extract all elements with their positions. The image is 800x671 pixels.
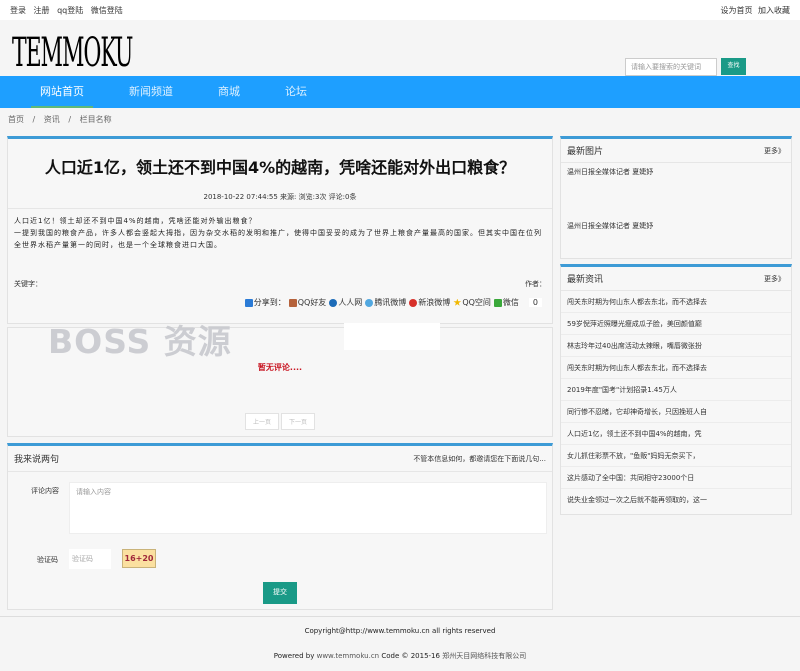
latest-news-header: 最新资讯 更多》 — [561, 267, 791, 291]
share-wechat[interactable]: 微信 — [493, 297, 519, 308]
news-item[interactable]: 同行惨不忍睹，它却神奇增长，只因挽班人自 — [561, 401, 791, 423]
tencent-weibo-icon — [365, 298, 374, 307]
captcha-label: 验证码 — [37, 556, 58, 564]
wechat-login-link[interactable]: 微信登陆 — [91, 6, 123, 15]
sina-weibo-icon — [409, 298, 418, 307]
footer-powered-prefix: Powered by — [273, 652, 315, 660]
latest-pictures-title: 最新图片 — [567, 147, 604, 157]
comment-form-panel: 我来说两句 不管本信息如何，都邀请您在下面说几句... 评论内容 请输入内容 验… — [7, 443, 553, 610]
captcha-image[interactable]: 16+20 — [122, 549, 156, 568]
article-paragraph: 一提到我国的粮食产品，许多人都会竖起大拇指，因为杂交水稻的发明和推广，使得中国妥… — [14, 229, 542, 249]
top-bar-left: 登录 注册 qq登陆 微信登陆 — [10, 5, 128, 16]
latest-pictures-header: 最新图片 更多》 — [561, 139, 791, 163]
top-bar: 登录 注册 qq登陆 微信登陆 设为首页 加入收藏 — [0, 0, 800, 20]
blank-area — [344, 323, 440, 350]
share-bar: 分享到： QQ好友 人人网 腾讯微博 新浪微博 QQ空间 微信 0 — [8, 297, 552, 308]
keywords-row: 关键字： 作者： — [8, 279, 552, 289]
author-label: 作者： — [525, 280, 546, 288]
footer-code: Code © 2015-16 — [381, 652, 440, 660]
article-meta: 2018-10-22 07:44:55 来源: 浏览:3次 评论:0条 — [8, 192, 552, 209]
login-link[interactable]: 登录 — [10, 6, 26, 15]
top-bar-right: 设为首页 加入收藏 — [717, 5, 790, 16]
search-button[interactable]: 查找 — [721, 58, 746, 75]
share-renren[interactable]: 人人网 — [329, 297, 362, 308]
captcha-input[interactable]: 验证码 — [69, 549, 111, 569]
breadcrumb: 首页 / 资讯 / 栏目名称 — [0, 108, 800, 132]
qq-icon — [288, 298, 297, 307]
comment-form-header: 我来说两句 不管本信息如何，都邀请您在下面说几句... — [8, 446, 552, 472]
add-favorite-link[interactable]: 加入收藏 — [758, 6, 790, 15]
no-comment-text: 暂无评论.... — [257, 363, 303, 372]
latest-news-panel: 最新资讯 更多》 闯关东时期为何山东人都去东北，而不选择去 59岁倪萍近照曝光瘦… — [560, 264, 792, 515]
share-count: 0 — [528, 298, 542, 307]
pager: 上一页 下一页 — [8, 413, 552, 430]
footer: Copyright@http://www.temmoku.cn all righ… — [0, 616, 800, 671]
nav-item-mall[interactable]: 商城 — [206, 76, 252, 108]
picture-item[interactable]: 温州日报全媒体记者 夏婕妤 — [561, 217, 661, 231]
share-sina-weibo[interactable]: 新浪微博 — [409, 297, 450, 308]
article-paragraph: 人口近1亿！领土却还不到中国4%的越南，凭啥还能对外输出粮食？ — [14, 217, 257, 225]
renren-icon — [329, 298, 338, 307]
latest-pictures-more-link[interactable]: 更多》 — [764, 146, 785, 156]
share-qzone[interactable]: QQ空间 — [453, 297, 491, 308]
news-item[interactable]: 人口近1亿，领土还不到中国4%的越南，凭 — [561, 423, 791, 445]
share-tencent-weibo[interactable]: 腾讯微博 — [365, 297, 406, 308]
set-homepage-link[interactable]: 设为首页 — [720, 6, 752, 15]
news-item[interactable]: 59岁倪萍近照曝光瘦成瓜子脸，美回颜值巅 — [561, 313, 791, 335]
news-item[interactable]: 说失业金领过一次之后就不能再领取的，这一 — [561, 489, 791, 511]
breadcrumb-category[interactable]: 栏目名称 — [80, 115, 112, 124]
search-input[interactable]: 请输入要搜索的关键词 — [625, 58, 717, 76]
qzone-star-icon — [453, 298, 462, 306]
article-body: 人口近1亿！领土却还不到中国4%的越南，凭啥还能对外输出粮食？ 一提到我国的粮食… — [8, 209, 552, 257]
footer-powered: Powered by www.temmoku.cn Code © 2015-16… — [0, 651, 800, 661]
comment-form-hint: 不管本信息如何，都邀请您在下面说几句... — [413, 454, 546, 463]
keywords-label: 关键字： — [14, 280, 42, 288]
register-link[interactable]: 注册 — [34, 6, 50, 15]
wechat-icon — [493, 298, 502, 307]
submit-button[interactable]: 提交 — [263, 582, 297, 604]
picture-item[interactable]: 温州日报全媒体记者 夏婕妤 — [561, 163, 661, 177]
breadcrumb-news[interactable]: 资讯 — [44, 115, 60, 124]
prev-page-button[interactable]: 上一页 — [244, 413, 279, 430]
breadcrumb-separator: / — [32, 115, 36, 124]
content-label: 评论内容 — [31, 487, 59, 495]
nav-item-home[interactable]: 网站首页 — [28, 76, 96, 108]
comment-textarea[interactable]: 请输入内容 — [69, 482, 547, 534]
main-nav: 网站首页 新闻频道 商城 论坛 — [0, 76, 800, 108]
news-item[interactable]: 女儿抓住彩票不放，"鱼贩"妈妈无奈买下， — [561, 445, 791, 467]
breadcrumb-separator: / — [68, 115, 72, 124]
breadcrumb-home[interactable]: 首页 — [8, 115, 24, 124]
footer-site-link[interactable]: www.temmoku.cn — [317, 652, 380, 660]
header: TEMMOKU 请输入要搜索的关键词 查找 — [0, 20, 800, 76]
article-panel: 人口近1亿，领土还不到中国4%的越南，凭啥还能对外出口粮食？ 2018-10-2… — [7, 136, 553, 324]
next-page-button[interactable]: 下一页 — [281, 413, 316, 430]
nav-item-forum[interactable]: 论坛 — [273, 76, 319, 108]
share-label: 分享到： — [244, 297, 286, 308]
share-qq-friend[interactable]: QQ好友 — [288, 297, 326, 308]
news-item[interactable]: 闯关东时期为何山东人都去东北，而不选择去 — [561, 357, 791, 379]
watermark: BOSS 资源 — [48, 322, 232, 361]
footer-company: 郑州天目网络科技有限公司 — [442, 652, 527, 660]
article-title: 人口近1亿，领土还不到中国4%的越南，凭啥还能对外出口粮食？ — [44, 158, 516, 177]
latest-pictures-panel: 最新图片 更多》 温州日报全媒体记者 夏婕妤 温州日报全媒体记者 夏婕妤 — [560, 136, 792, 259]
comment-form-title: 我来说两句 — [14, 455, 60, 465]
news-item[interactable]: 2019年度"国考"计划招录1.45万人 — [561, 379, 791, 401]
latest-news-more-link[interactable]: 更多》 — [764, 274, 785, 284]
news-item[interactable]: 闯关东时期为何山东人都去东北，而不选择去 — [561, 291, 791, 313]
qq-login-link[interactable]: qq登陆 — [57, 6, 83, 15]
footer-copyright: Copyright@http://www.temmoku.cn all righ… — [304, 627, 496, 635]
news-item[interactable]: 这片感动了全中国：共同相守23000个日 — [561, 467, 791, 489]
news-item[interactable]: 林志玲年过40出席活动太辣眼，嘴唇微张扮 — [561, 335, 791, 357]
share-plus-icon — [244, 298, 253, 307]
logo[interactable]: TEMMOKU — [12, 28, 133, 78]
nav-item-news[interactable]: 新闻频道 — [117, 76, 185, 108]
latest-news-title: 最新资讯 — [567, 275, 604, 285]
